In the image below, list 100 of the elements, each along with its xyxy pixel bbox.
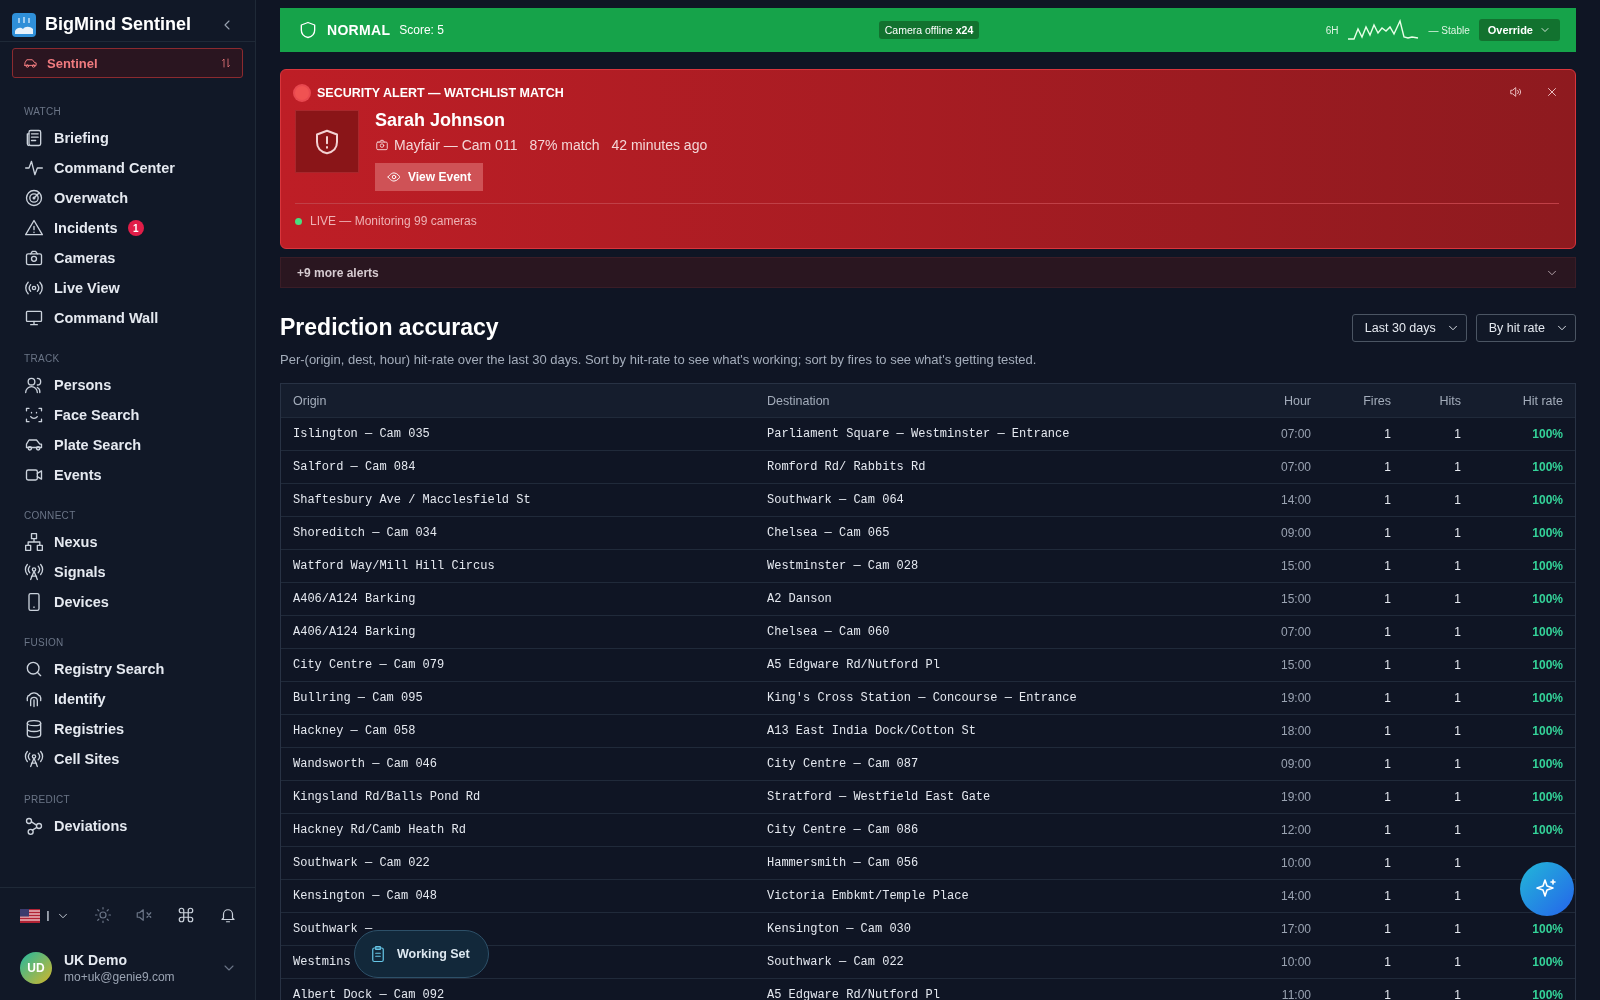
- more-alerts-bar[interactable]: +9 more alerts: [280, 257, 1576, 288]
- nav-item[interactable]: Command Center: [24, 153, 243, 183]
- nav-item[interactable]: Overwatch: [24, 183, 243, 213]
- language-selector[interactable]: I: [20, 908, 70, 924]
- nav-item[interactable]: Cameras: [24, 243, 243, 273]
- column-header: Fires: [1362, 393, 1391, 408]
- sort-dropdown[interactable]: By hit rate: [1475, 314, 1576, 342]
- nav-item[interactable]: Briefing: [24, 123, 243, 153]
- table-cell: 15:00: [1280, 592, 1311, 606]
- swap-icon: [220, 57, 232, 69]
- override-button[interactable]: Override: [1478, 19, 1560, 41]
- newspaper-icon: [24, 128, 44, 148]
- table-cell: 14:00: [1280, 493, 1311, 507]
- nav-item[interactable]: Persons: [24, 370, 243, 400]
- table-cell: Salford — Cam 084: [293, 460, 416, 474]
- nav-label: Plate Search: [54, 437, 142, 453]
- nav-item[interactable]: Registry Search: [24, 654, 243, 684]
- nav-item[interactable]: Cell Sites: [24, 744, 243, 774]
- table-cell: 1: [1454, 691, 1461, 705]
- table-cell: 1: [1384, 526, 1391, 540]
- nav-item[interactable]: Live View: [24, 273, 243, 303]
- table-cell: 100%: [1532, 691, 1563, 705]
- person-name: Sarah Johnson: [375, 110, 507, 131]
- column-header: Hits: [1438, 393, 1461, 408]
- user-email: mo+uk@genie9.com: [64, 970, 176, 984]
- assistant-button[interactable]: [1520, 862, 1574, 916]
- table-cell: 1: [1384, 757, 1391, 771]
- table-cell: 100%: [1532, 724, 1563, 738]
- eye-icon: [387, 170, 401, 184]
- nav-item[interactable]: Identify: [24, 684, 243, 714]
- table-cell: 100%: [1532, 955, 1563, 969]
- view-event-button[interactable]: View Event: [375, 163, 484, 191]
- table-cell: 1: [1384, 625, 1391, 639]
- table-cell: 1: [1454, 493, 1461, 507]
- user-name: UK Demo: [64, 952, 128, 968]
- table-cell: 09:00: [1280, 526, 1311, 540]
- sun-icon[interactable]: [93, 905, 112, 924]
- table-cell: Wandsworth — Cam 046: [293, 757, 438, 771]
- table-cell: 1: [1454, 889, 1461, 903]
- table-cell: 15:00: [1280, 559, 1311, 573]
- nav-item[interactable]: Devices: [24, 587, 243, 617]
- logo-icon: [12, 12, 36, 37]
- table-cell: 1: [1454, 526, 1461, 540]
- period-dropdown[interactable]: Last 30 days: [1351, 314, 1467, 342]
- table-cell: King's Cross Station — Concourse — Entrance: [767, 691, 1077, 705]
- nav-item[interactable]: Plate Search: [24, 430, 243, 460]
- table-cell: 07:00: [1280, 460, 1311, 474]
- nav-item[interactable]: Signals: [24, 557, 243, 587]
- table-cell: 10:00: [1280, 856, 1311, 870]
- nav-item[interactable]: Incidents 1: [24, 213, 243, 243]
- table-cell: Southwark — Cam 064: [767, 493, 904, 507]
- mode-selector[interactable]: Sentinel: [12, 48, 243, 78]
- section-heading: CONNECT: [24, 510, 77, 521]
- table-cell: Albert Dock — Cam 092: [293, 988, 445, 1000]
- table-cell: 100%: [1532, 559, 1563, 573]
- table-cell: 15:00: [1280, 658, 1311, 672]
- column-header: Origin: [293, 393, 328, 408]
- nav-item[interactable]: Face Search: [24, 400, 243, 430]
- table-cell: 1: [1384, 724, 1391, 738]
- section-heading: FUSION: [24, 637, 65, 648]
- table-cell: Southwark — Cam 022: [293, 856, 430, 870]
- table-cell: Hackney Rd/Camb Heath Rd: [293, 823, 466, 837]
- table-cell: 1: [1454, 988, 1461, 1000]
- column-header: Hour: [1282, 393, 1311, 408]
- table-cell: 10:00: [1280, 955, 1311, 969]
- command-icon[interactable]: [177, 905, 196, 924]
- table-cell: 100%: [1532, 790, 1563, 804]
- radar-icon: [24, 188, 44, 208]
- table-cell: 17:00: [1280, 922, 1311, 936]
- table-cell: A406/A124 Barking: [293, 592, 416, 606]
- table-cell: 100%: [1532, 427, 1563, 441]
- nav-item[interactable]: Nexus: [24, 527, 243, 557]
- nav-item[interactable]: Command Wall: [24, 303, 243, 333]
- section-heading: PREDICT: [24, 794, 71, 805]
- table-cell: 1: [1454, 592, 1461, 606]
- table-cell: 11:00: [1281, 988, 1311, 1000]
- table-cell: 1: [1384, 691, 1391, 705]
- nodes-icon: [24, 816, 44, 836]
- table-cell: 1: [1454, 922, 1461, 936]
- nav-item[interactable]: Events: [24, 460, 243, 490]
- section-description: Per-(origin, dest, hour) hit-rate over the last 30 days. Sort by hit-rate to see what's working; sort by fires to see what's getting tested.: [280, 352, 1037, 367]
- nav-label: Incidents: [54, 220, 118, 236]
- nav-item[interactable]: Registries: [24, 714, 243, 744]
- table-cell: Victoria Embkmt/Temple Place: [767, 889, 969, 903]
- table-cell: 07:00: [1280, 625, 1311, 639]
- table-cell: 09:00: [1280, 757, 1311, 771]
- table-cell: Hackney — Cam 058: [293, 724, 416, 738]
- nav-label: Devices: [54, 594, 109, 610]
- table-cell: Watford Way/Mill Hill Circus: [293, 559, 495, 573]
- table-cell: Bullring — Cam 095: [293, 691, 423, 705]
- column-header: Destination: [767, 393, 831, 408]
- table-cell: 1: [1384, 658, 1391, 672]
- score-text: Score: 5: [399, 23, 444, 37]
- table-cell: Romford Rd/ Rabbits Rd: [767, 460, 926, 474]
- nav-item[interactable]: Deviations: [24, 811, 243, 841]
- section-heading: WATCH: [24, 106, 63, 117]
- table-cell: Westmins: [293, 955, 351, 969]
- count-badge: 1: [127, 220, 144, 236]
- people-icon: [24, 375, 44, 395]
- table-cell: Shaftesbury Ave / Macclesfield St: [293, 493, 531, 507]
